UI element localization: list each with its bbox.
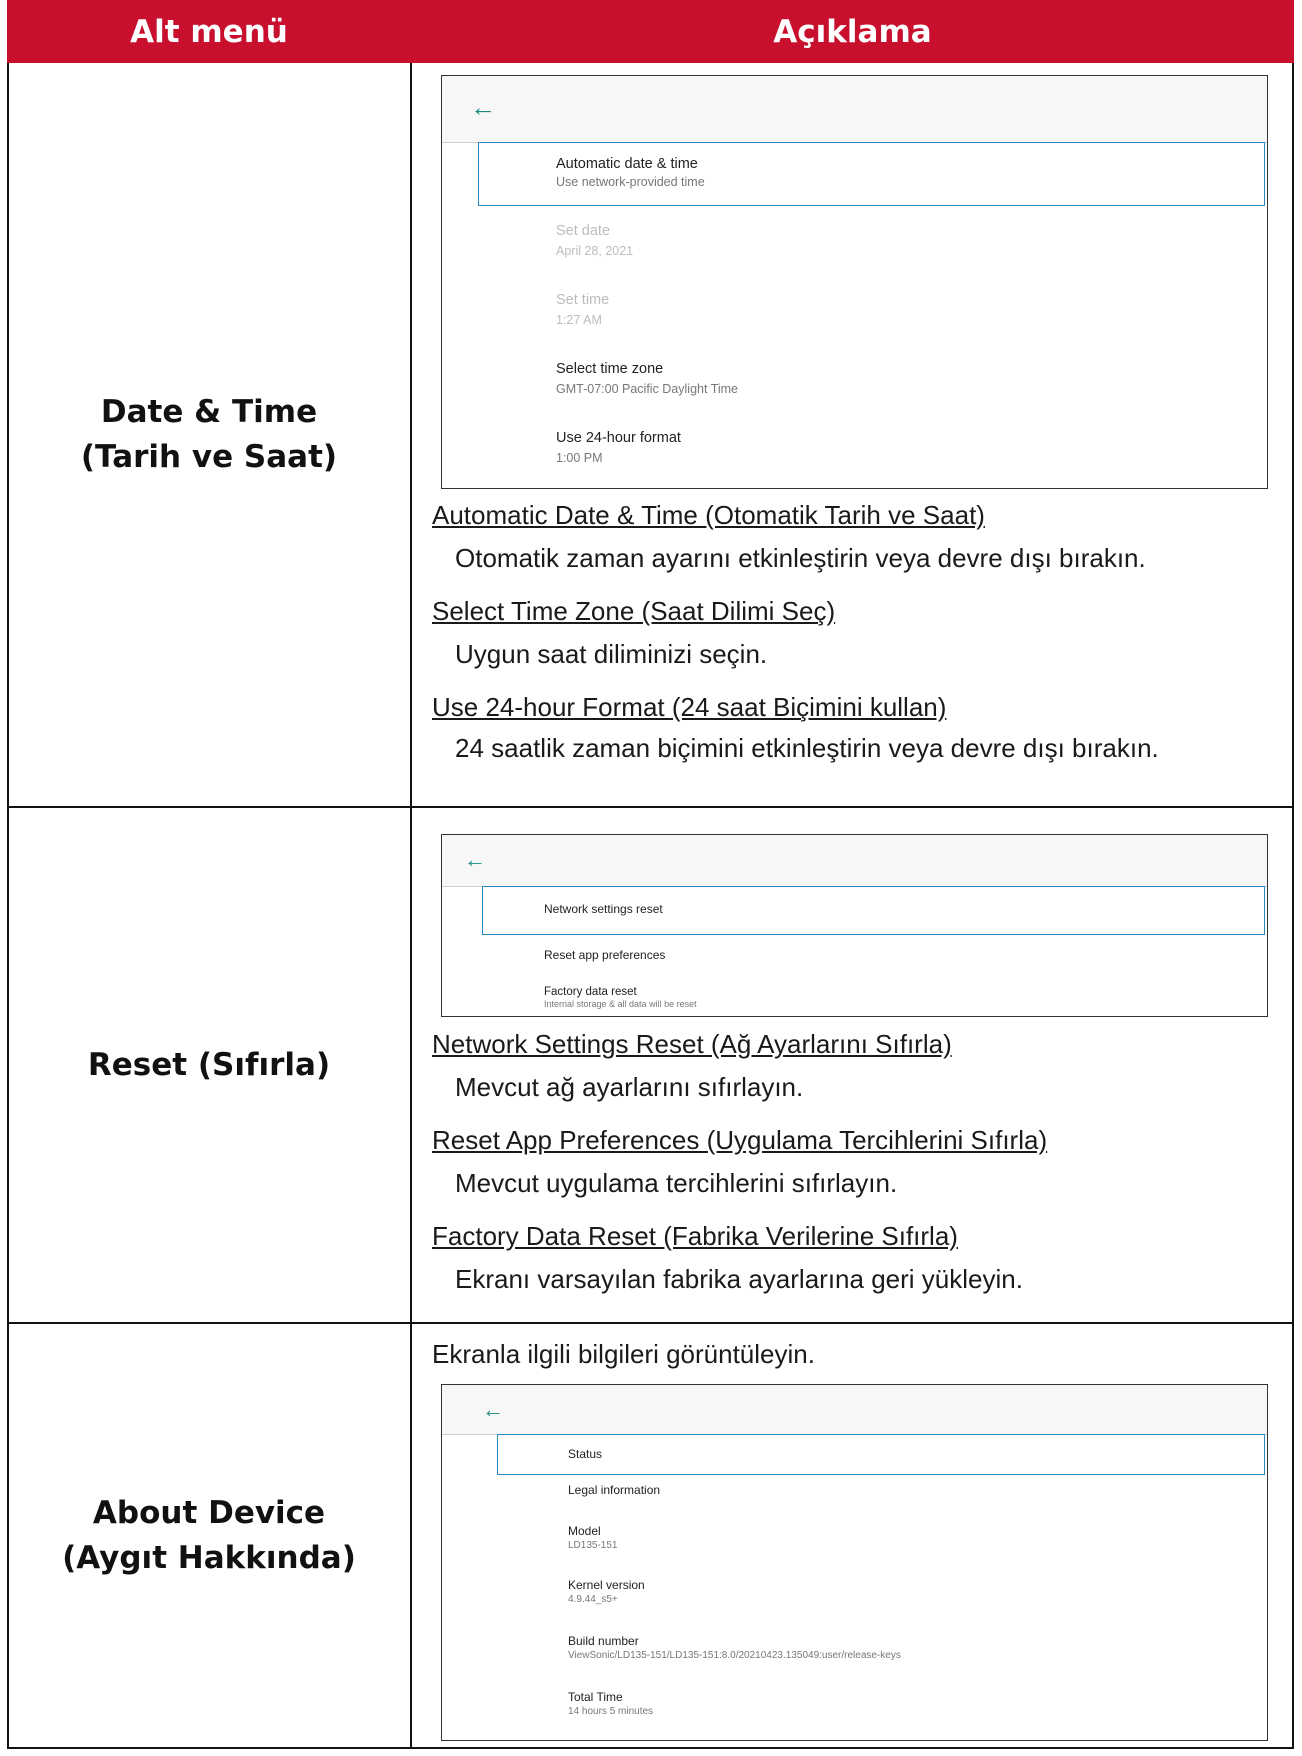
- date-time-screenshot: ← Automatic date & time Use network-provi…: [441, 75, 1268, 489]
- submenu-table: Alt menü Açıklama Date & Time (Tarih ve …: [7, 0, 1294, 1749]
- setting-item[interactable]: Network settings reset: [544, 902, 663, 916]
- setting-item[interactable]: Set date April 28, 2021: [556, 223, 633, 258]
- setting-item[interactable]: Set time 1:27 AM: [556, 292, 609, 327]
- description-text: Mevcut ağ ayarlarını sıfırlayın.: [455, 1072, 804, 1102]
- screen-toolbar: [442, 1385, 1267, 1435]
- setting-item[interactable]: Factory data reset Internal storage & all…: [544, 986, 697, 1009]
- link-reset-app-preferences[interactable]: Reset App Preferences (Uygulama Tercihle…: [432, 1125, 1047, 1156]
- description-text: Otomatik zaman ayarını etkinleştirin vey…: [455, 543, 1146, 573]
- setting-item[interactable]: Status: [568, 1447, 602, 1461]
- arrow-left-icon[interactable]: ←: [464, 847, 486, 873]
- submenu-name-line: About Device: [92, 1494, 326, 1531]
- link-select-time-zone[interactable]: Select Time Zone (Saat Dilimi Seç): [432, 596, 835, 627]
- screen-toolbar: [442, 835, 1267, 887]
- link-use-24-hour-format[interactable]: Use 24-hour Format (24 saat Biçimini kul…: [432, 692, 946, 723]
- submenu-name-about-device: About Device (Aygıt Hakkında): [7, 1324, 411, 1747]
- about-device-screenshot: ← Status Legal information Model LD135-15…: [441, 1384, 1268, 1741]
- reset-screenshot: ← Network settings reset Reset app prefe…: [441, 834, 1268, 1017]
- description-text: Ekranı varsayılan fabrika ayarlarına ger…: [455, 1264, 1023, 1294]
- setting-item[interactable]: Legal information: [568, 1483, 660, 1497]
- column-header-submenu: Alt menü: [7, 0, 411, 63]
- screen-toolbar: [442, 76, 1267, 143]
- setting-item[interactable]: Automatic date & time Use network-provide…: [556, 156, 705, 189]
- column-header-description: Açıklama: [411, 0, 1294, 63]
- submenu-name-line: Reset (Sıfırla): [87, 1046, 331, 1083]
- arrow-left-icon[interactable]: ←: [482, 1397, 504, 1423]
- setting-item[interactable]: Select time zone GMT-07:00 Pacific Daylig…: [556, 361, 738, 396]
- submenu-name-reset: Reset (Sıfırla): [7, 808, 411, 1322]
- arrow-left-icon[interactable]: ←: [470, 94, 496, 120]
- setting-item[interactable]: Build number ViewSonic/LD135-151/LD135-15…: [568, 1634, 901, 1661]
- link-automatic-date-time[interactable]: Automatic Date & Time (Otomatik Tarih ve…: [432, 500, 985, 531]
- submenu-name-date-time: Date & Time (Tarih ve Saat): [7, 63, 411, 806]
- submenu-name-line: (Tarih ve Saat): [80, 438, 338, 475]
- description-text: Ekranla ilgili bilgileri görüntüleyin.: [432, 1339, 815, 1369]
- description-text: Uygun saat diliminizi seçin.: [455, 639, 768, 669]
- description-text: 24 saatlik zaman biçimini etkinleştirin …: [455, 733, 1159, 763]
- focus-highlight: [497, 1434, 1265, 1475]
- link-network-settings-reset[interactable]: Network Settings Reset (Ağ Ayarlarını Sı…: [432, 1029, 952, 1060]
- description-text: Mevcut uygulama tercihlerini sıfırlayın.: [455, 1168, 898, 1198]
- setting-item[interactable]: Kernel version 4.9.44_s5+: [568, 1578, 645, 1605]
- submenu-name-line: (Aygıt Hakkında): [62, 1539, 356, 1576]
- table-border-right: [1292, 63, 1294, 1749]
- setting-item[interactable]: Reset app preferences: [544, 948, 665, 962]
- table-border-bottom: [7, 1747, 1294, 1749]
- setting-item[interactable]: Total Time 14 hours 5 minutes: [568, 1690, 653, 1717]
- setting-item[interactable]: Model LD135-151: [568, 1524, 617, 1551]
- setting-item[interactable]: Use 24-hour format 1:00 PM: [556, 430, 681, 465]
- submenu-name-line: Date & Time: [100, 393, 318, 430]
- link-factory-data-reset[interactable]: Factory Data Reset (Fabrika Verilerine S…: [432, 1221, 958, 1252]
